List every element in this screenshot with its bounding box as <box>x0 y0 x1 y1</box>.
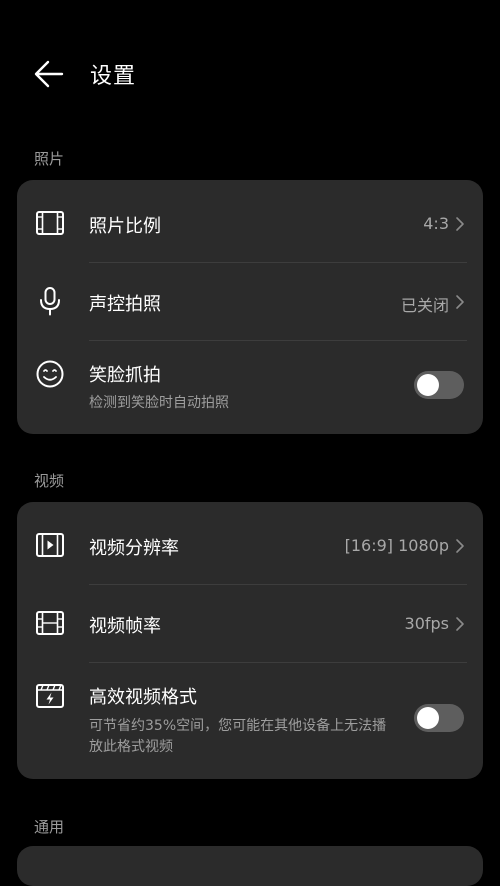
setting-label: 视频分辨率 <box>89 538 179 559</box>
setting-efficient-video-format[interactable]: 高效视频格式 可节省约35%空间，您可能在其他设备上无法播放此格式视频 <box>17 663 483 779</box>
chevron-right-icon <box>456 539 464 553</box>
setting-value: [16:9] 1080p <box>344 536 449 555</box>
setting-video-resolution[interactable]: 视频分辨率 [16:9] 1080p <box>17 502 483 584</box>
photo-settings-card: 照片比例 4:3 声控拍照 已关闭 笑脸抓拍 检测到笑脸时自动拍照 <box>17 180 483 434</box>
section-label-video: 视频 <box>34 472 65 490</box>
setting-value: 4:3 <box>423 214 449 233</box>
page-title: 设置 <box>90 64 137 89</box>
chevron-right-icon <box>456 217 464 231</box>
video-format-icon <box>36 684 64 708</box>
setting-smile-capture[interactable]: 笑脸抓拍 检测到笑脸时自动拍照 <box>17 341 483 434</box>
setting-value: 30fps <box>404 614 449 633</box>
smile-capture-toggle[interactable] <box>414 371 464 399</box>
header: 设置 <box>0 44 500 104</box>
setting-label: 视频帧率 <box>89 616 161 637</box>
setting-label: 声控拍照 <box>89 294 161 315</box>
setting-video-framerate[interactable]: 视频帧率 30fps <box>17 585 483 662</box>
back-button[interactable] <box>30 56 70 92</box>
video-settings-card: 视频分辨率 [16:9] 1080p 视频帧率 30fps 高效视频格式 可节省… <box>17 502 483 779</box>
general-settings-card <box>17 846 483 886</box>
setting-label: 照片比例 <box>89 216 161 237</box>
arrow-left-icon <box>34 60 64 88</box>
setting-photo-aspect-ratio[interactable]: 照片比例 4:3 <box>17 180 483 262</box>
section-label-photo: 照片 <box>34 150 65 168</box>
efficient-format-toggle[interactable] <box>414 704 464 732</box>
smile-face-icon <box>36 360 64 388</box>
aspect-ratio-icon <box>36 211 64 235</box>
microphone-icon <box>40 287 60 316</box>
setting-description: 可节省约35%空间，您可能在其他设备上无法播放此格式视频 <box>89 718 387 755</box>
toggle-knob <box>417 374 439 396</box>
film-strip-icon <box>36 611 64 635</box>
chevron-right-icon <box>456 295 464 309</box>
setting-label: 高效视频格式 <box>89 687 197 708</box>
toggle-knob <box>417 707 439 729</box>
section-label-general: 通用 <box>34 818 65 836</box>
setting-value: 已关闭 <box>400 296 449 315</box>
setting-voice-capture[interactable]: 声控拍照 已关闭 <box>17 263 483 340</box>
chevron-right-icon <box>456 617 464 631</box>
video-play-icon <box>36 533 64 557</box>
setting-description: 检测到笑脸时自动拍照 <box>89 395 229 411</box>
setting-label: 笑脸抓拍 <box>89 365 161 386</box>
